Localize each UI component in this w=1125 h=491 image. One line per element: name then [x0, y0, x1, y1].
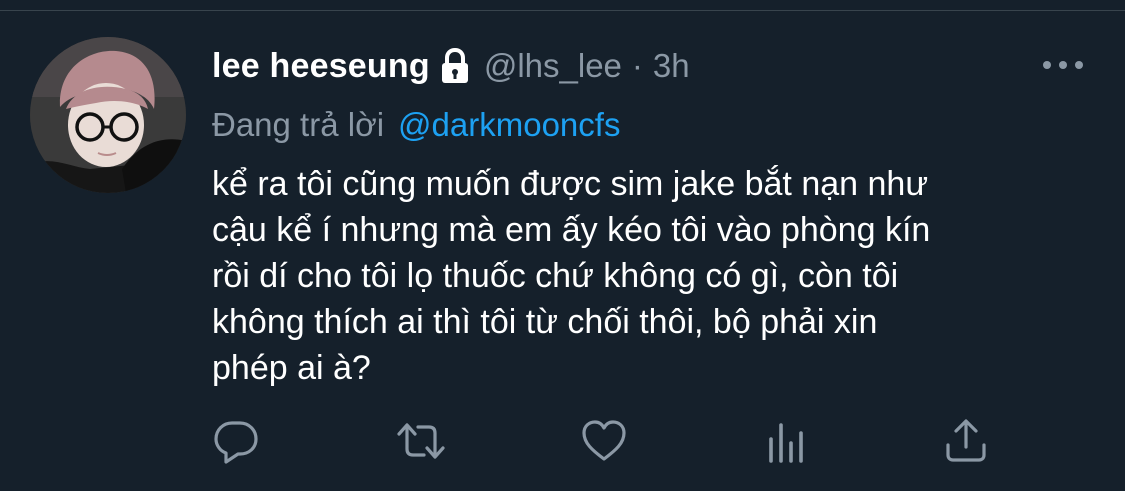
separator-dot: · — [631, 47, 643, 84]
avatar[interactable] — [30, 37, 186, 193]
analytics-icon[interactable] — [762, 417, 810, 465]
heart-icon[interactable] — [580, 417, 628, 465]
share-icon[interactable] — [942, 417, 990, 465]
replying-to: Đang trả lời @darkmooncfs — [212, 103, 620, 147]
reply-prefix: Đang trả lời — [212, 106, 385, 143]
avatar-image — [30, 37, 186, 193]
timestamp[interactable]: 3h — [653, 47, 690, 85]
reply-icon[interactable] — [212, 417, 260, 465]
handle[interactable]: @lhs_lee — [484, 47, 622, 85]
tweet-header: lee heeseung @lhs_lee · 3h — [212, 43, 690, 89]
lock-icon — [438, 47, 472, 85]
reply-mention-link[interactable]: @darkmooncfs — [398, 106, 620, 144]
more-options-icon[interactable] — [1040, 55, 1086, 75]
tweet-text: kể ra tôi cũng muốn được sim jake bắt nạ… — [212, 165, 931, 387]
tweet[interactable]: lee heeseung @lhs_lee · 3h Đang trả lời … — [0, 11, 1125, 491]
display-name[interactable]: lee heeseung — [212, 47, 430, 86]
retweet-icon[interactable] — [397, 417, 445, 465]
